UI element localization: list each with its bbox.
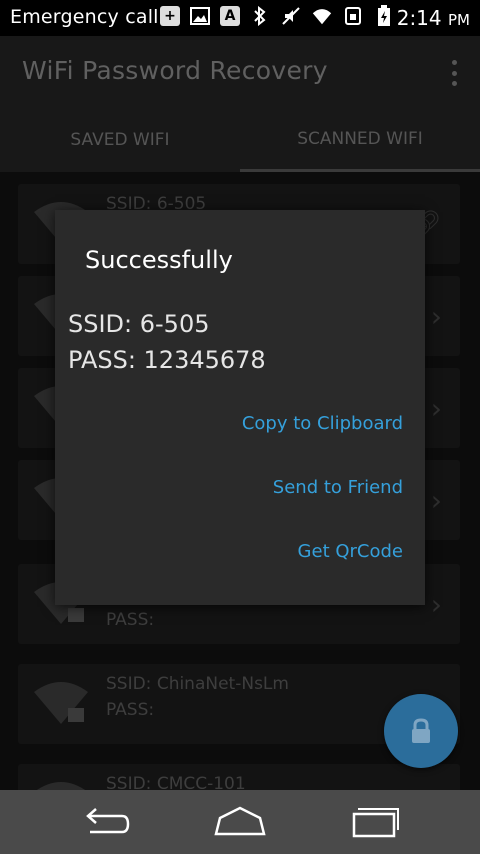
wifi-status-icon — [311, 5, 333, 27]
image-notification-icon — [189, 5, 211, 27]
tab-bar: SAVED WIFI SCANNED WIFI — [0, 108, 480, 172]
lock-icon — [412, 718, 430, 743]
plus-notification-icon: + — [160, 6, 180, 26]
chevron-right-icon: › — [430, 484, 442, 517]
status-icons: + A — [160, 5, 395, 27]
get-qrcode-button[interactable]: Get QrCode — [298, 541, 403, 562]
back-icon[interactable] — [76, 804, 136, 840]
bluetooth-icon — [249, 5, 271, 27]
list-item-ssid: SSID: ChinaNet-NsLm — [106, 674, 289, 694]
status-bar: Emergency call... + A 2:14 PM — [0, 0, 480, 36]
send-to-friend-button[interactable]: Send to Friend — [273, 477, 403, 498]
wifi-lock-icon — [34, 682, 88, 724]
battery-icon — [373, 5, 395, 27]
home-icon[interactable] — [210, 804, 270, 840]
list-item-pass: PASS: — [106, 700, 155, 720]
chevron-right-icon: › — [430, 588, 442, 621]
tab-scanned-wifi[interactable]: SCANNED WIFI — [240, 108, 480, 172]
chevron-right-icon: › — [430, 300, 442, 333]
mute-icon — [280, 5, 302, 27]
list-item-pass: PASS: — [106, 610, 155, 630]
status-carrier-text: Emergency call... — [10, 6, 178, 28]
app-bar: WiFi Password Recovery — [0, 36, 480, 108]
success-dialog: Successfully SSID: 6-505 PASS: 12345678 … — [55, 210, 425, 605]
recent-apps-icon[interactable] — [344, 804, 404, 840]
chevron-right-icon: › — [430, 392, 442, 425]
overflow-menu-icon[interactable] — [452, 60, 458, 86]
sim-icon — [342, 5, 364, 27]
dialog-ssid: SSID: 6-505 — [68, 310, 210, 338]
dialog-password: PASS: 12345678 — [68, 346, 266, 374]
dialog-title: Successfully — [85, 246, 233, 274]
tab-saved-wifi[interactable]: SAVED WIFI — [0, 108, 240, 172]
lock-fab-button[interactable] — [384, 694, 458, 768]
app-title: WiFi Password Recovery — [22, 56, 328, 85]
system-nav-bar — [0, 790, 480, 854]
clock: 2:14 PM — [396, 6, 470, 30]
copy-to-clipboard-button[interactable]: Copy to Clipboard — [242, 413, 403, 434]
a-notification-icon: A — [220, 6, 240, 26]
